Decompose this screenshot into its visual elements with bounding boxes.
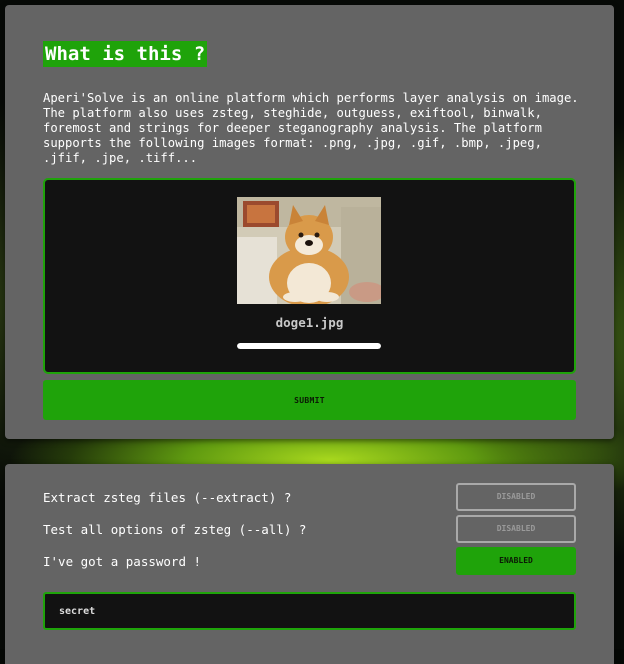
all-options-label: Test all options of zsteg (--all) ?: [43, 522, 307, 537]
doge-photo-icon: [237, 197, 381, 304]
password-toggle-button[interactable]: ENABLED: [456, 547, 576, 575]
extract-option-label: Extract zsteg files (--extract) ?: [43, 490, 292, 505]
upload-progress-bar: [237, 343, 381, 349]
submit-button[interactable]: SUBMIT: [43, 380, 576, 420]
image-preview: [237, 197, 381, 304]
password-input[interactable]: [43, 592, 576, 630]
extract-toggle-button[interactable]: DISABLED: [456, 483, 576, 511]
password-option-label: I've got a password !: [43, 554, 202, 569]
upload-progress-fill: [237, 343, 381, 349]
description-text: Aperi'Solve is an online platform which …: [43, 91, 579, 165]
section-title: What is this ?: [43, 41, 208, 67]
all-options-toggle-button[interactable]: DISABLED: [456, 515, 576, 543]
file-name: doge1.jpg: [275, 315, 344, 330]
image-dropzone[interactable]: doge1.jpg: [43, 178, 576, 374]
options-card: Extract zsteg files (--extract) ? DISABL…: [5, 464, 614, 664]
upload-card: What is this ? Aperi'Solve is an online …: [5, 5, 614, 439]
